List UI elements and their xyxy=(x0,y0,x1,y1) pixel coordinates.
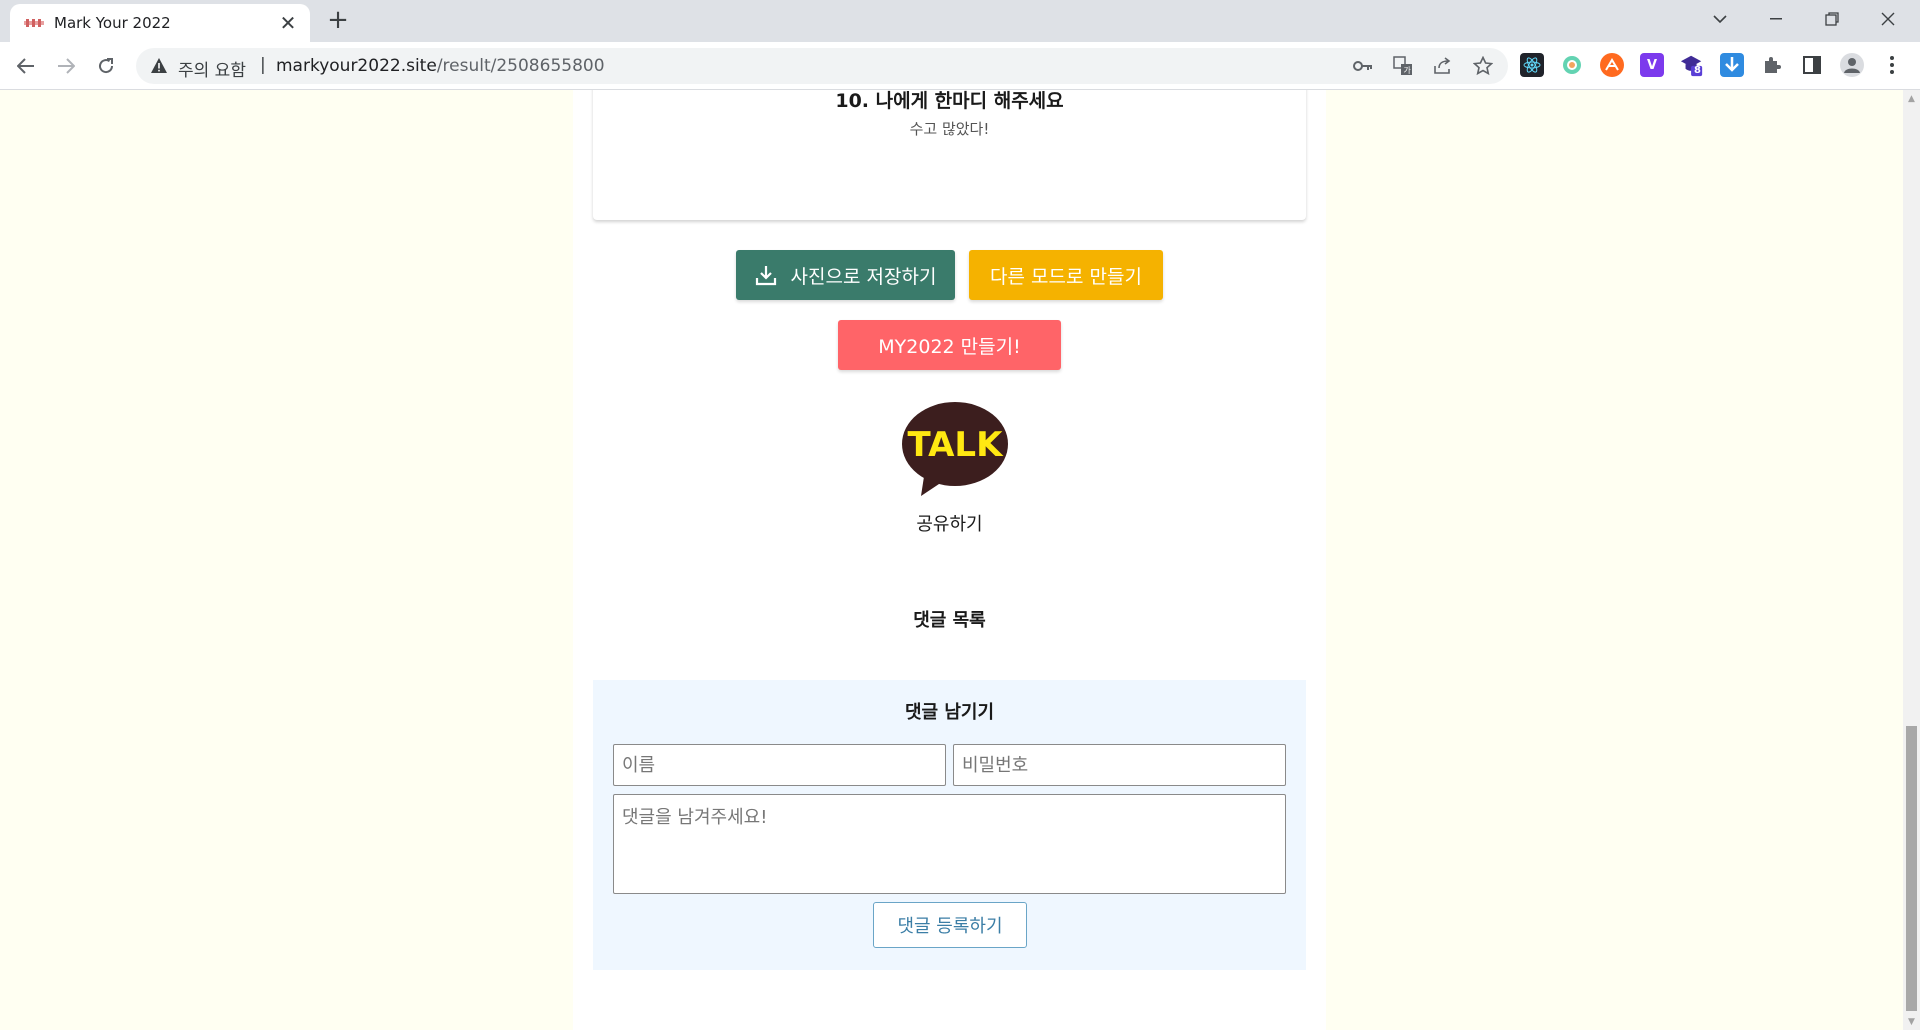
password-input[interactable] xyxy=(953,744,1286,786)
close-window-button[interactable] xyxy=(1860,0,1916,38)
tab-close-icon[interactable]: ✕ xyxy=(276,11,300,35)
download-icon xyxy=(755,266,776,286)
translate-icon[interactable]: 가 xyxy=(1392,55,1414,77)
profile-avatar-icon[interactable] xyxy=(1840,53,1864,77)
bookmark-star-icon[interactable] xyxy=(1472,55,1494,77)
make-my2022-button[interactable]: MY2022 만들기! xyxy=(838,320,1061,370)
save-image-label: 사진으로 저장하기 xyxy=(790,265,937,288)
browser-tab[interactable]: Mark Your 2022 ✕ xyxy=(10,4,310,42)
chrome-menu-icon[interactable] xyxy=(1880,53,1904,77)
make-my2022-label: MY2022 만들기! xyxy=(878,335,1021,358)
orange-extension-icon[interactable] xyxy=(1600,53,1624,77)
url-domain: markyour2022.site xyxy=(276,56,437,76)
comment-textarea[interactable] xyxy=(613,794,1286,894)
download-extension-icon[interactable] xyxy=(1720,53,1744,77)
security-warning-text[interactable]: 주의 요함 xyxy=(178,56,246,81)
new-tab-button[interactable]: + xyxy=(324,6,352,34)
back-button[interactable] xyxy=(12,52,40,80)
tab-title: Mark Your 2022 xyxy=(54,14,171,32)
other-mode-button[interactable]: 다른 모드로 만들기 xyxy=(969,250,1163,300)
password-key-icon[interactable] xyxy=(1352,55,1374,77)
question-answer: 수고 많았다! xyxy=(909,120,990,138)
extension-badge: 8 xyxy=(1694,65,1701,76)
page-scrollbar[interactable]: ▲ ▼ xyxy=(1903,90,1920,1030)
browser-toolbar: 주의 요함 | markyour2022.site/result/2508655… xyxy=(0,42,1920,90)
graduation-extension-icon[interactable]: 8 xyxy=(1680,53,1704,77)
url-text[interactable]: markyour2022.site/result/2508655800 xyxy=(276,56,605,76)
scroll-down-icon[interactable]: ▼ xyxy=(1903,1013,1920,1030)
comment-form: 댓글 남기기 댓글 등록하기 xyxy=(593,680,1306,970)
v-extension-icon[interactable]: V xyxy=(1640,53,1664,77)
save-image-button[interactable]: 사진으로 저장하기 xyxy=(736,250,955,300)
share-icon[interactable] xyxy=(1432,55,1454,77)
color-picker-extension-icon[interactable] xyxy=(1560,53,1584,77)
restore-button[interactable] xyxy=(1804,0,1860,38)
react-devtools-icon[interactable] xyxy=(1520,53,1544,77)
side-panel-icon[interactable] xyxy=(1800,53,1824,77)
browser-titlebar: Mark Your 2022 ✕ + xyxy=(0,0,1920,42)
scrollbar-thumb[interactable] xyxy=(1906,726,1917,1011)
kakao-logo-text: TALK xyxy=(908,425,1005,465)
tab-search-icon[interactable] xyxy=(1692,0,1748,38)
address-bar[interactable]: 주의 요함 | markyour2022.site/result/2508655… xyxy=(136,48,1508,84)
content-column: 10. 나에게 한마디 해주세요 수고 많았다! 사진으로 저장하기 다른 모드… xyxy=(573,90,1326,1030)
submit-comment-button[interactable]: 댓글 등록하기 xyxy=(873,902,1027,948)
question-title: 10. 나에게 한마디 해주세요 xyxy=(835,90,1064,112)
reload-button[interactable] xyxy=(92,52,120,80)
svg-text:가: 가 xyxy=(1404,66,1412,75)
comment-form-title: 댓글 남기기 xyxy=(904,702,995,723)
kakaotalk-share-icon[interactable]: TALK xyxy=(901,400,1009,500)
share-label[interactable]: 공유하기 xyxy=(573,510,1326,536)
comment-list-title: 댓글 목록 xyxy=(913,610,986,631)
url-path: /result/2508655800 xyxy=(436,56,605,76)
scroll-up-icon[interactable]: ▲ xyxy=(1903,90,1920,107)
url-separator: | xyxy=(260,55,266,75)
other-mode-label: 다른 모드로 만들기 xyxy=(990,265,1142,288)
name-input[interactable] xyxy=(613,744,946,786)
answer-card: 10. 나에게 한마디 해주세요 수고 많았다! xyxy=(593,90,1306,220)
extensions-puzzle-icon[interactable] xyxy=(1760,53,1784,77)
site-favicon-icon xyxy=(24,19,44,27)
minimize-button[interactable] xyxy=(1748,0,1804,38)
forward-button[interactable] xyxy=(52,52,80,80)
page-viewport: 10. 나에게 한마디 해주세요 수고 많았다! 사진으로 저장하기 다른 모드… xyxy=(0,90,1903,1030)
warning-icon[interactable] xyxy=(150,57,168,75)
